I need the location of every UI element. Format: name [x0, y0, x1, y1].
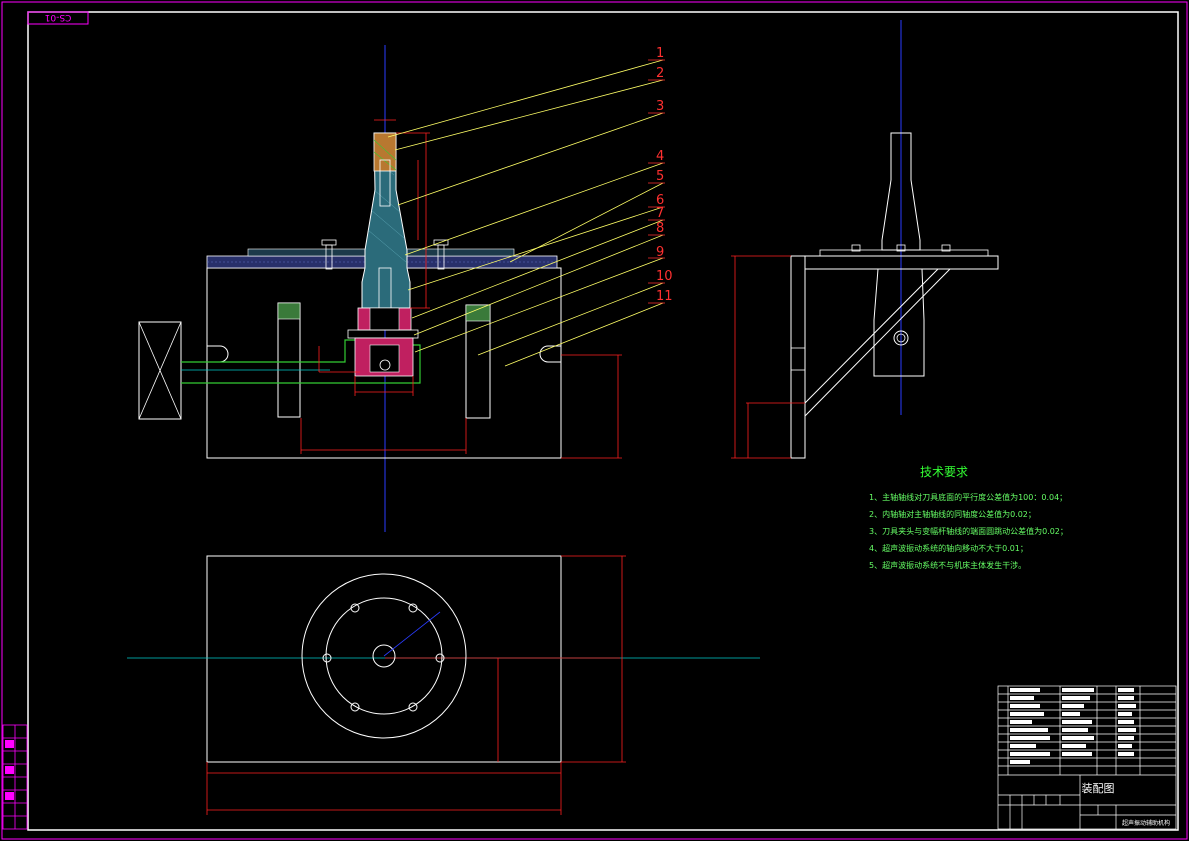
drawing-number: CS-01	[45, 12, 72, 22]
drawing-title: 装配图	[1082, 782, 1115, 795]
tech-requirement-item: 2、内轴轴对主轴轴线的同轴度公差值为0.02；	[869, 509, 1036, 519]
balloon-7: 7	[656, 206, 664, 221]
outer-frame	[1, 1, 1188, 840]
tech-requirement-item: 3、刀具夹头与变幅杆轴线的端面圆跳动公差值为0.02；	[869, 526, 1068, 536]
balloon-5: 5	[656, 169, 664, 184]
top-view-base	[206, 555, 562, 763]
side-view	[731, 20, 999, 459]
binding-margin-table	[2, 724, 28, 830]
balloon-8: 8	[656, 221, 664, 236]
front-section-view: 1234567891011	[138, 45, 673, 532]
tech-requirement-item: 4、超声波振动系统的轴向移动不大于0.01；	[869, 543, 1028, 553]
drawing-number-box: CS-01	[27, 11, 89, 25]
front-dimensions	[300, 119, 622, 459]
tech-requirement-item: 5、超声波振动系统不与机床主体发生干涉。	[869, 560, 1026, 570]
inner-frame	[27, 11, 1179, 831]
right-post	[465, 304, 491, 419]
balloon-10: 10	[656, 269, 673, 284]
assembly-drawing: CS-01 1234567891011 装配图 超声振动辅助机构 技术要求 1、…	[1, 1, 1188, 840]
diagonal-brace	[804, 268, 952, 418]
part-balloons: 1234567891011	[656, 46, 673, 304]
left-post	[277, 302, 301, 418]
tech-requirement-item: 1、主轴轴线对刀具底面的平行度公差值为100：0.04；	[869, 492, 1067, 502]
tool-holder	[373, 132, 397, 172]
balloon-9: 9	[656, 245, 664, 260]
leader-lines	[387, 59, 664, 367]
balloon-4: 4	[656, 149, 664, 164]
side-bracket	[790, 255, 806, 459]
balloon-11: 11	[656, 289, 673, 304]
balloon-2: 2	[656, 66, 664, 81]
balloon-3: 3	[656, 99, 664, 114]
signal-cable	[181, 339, 358, 363]
balloon-1: 1	[656, 46, 664, 61]
tech-requirements-list: 1、主轴轴线对刀具底面的平行度公差值为100：0.04； 2、内轴轴对主轴轴线的同…	[869, 492, 1068, 570]
top-view	[127, 555, 760, 815]
tech-requirements-title: 技术要求	[920, 465, 968, 479]
product-name: 超声振动辅助机构	[1122, 819, 1170, 827]
